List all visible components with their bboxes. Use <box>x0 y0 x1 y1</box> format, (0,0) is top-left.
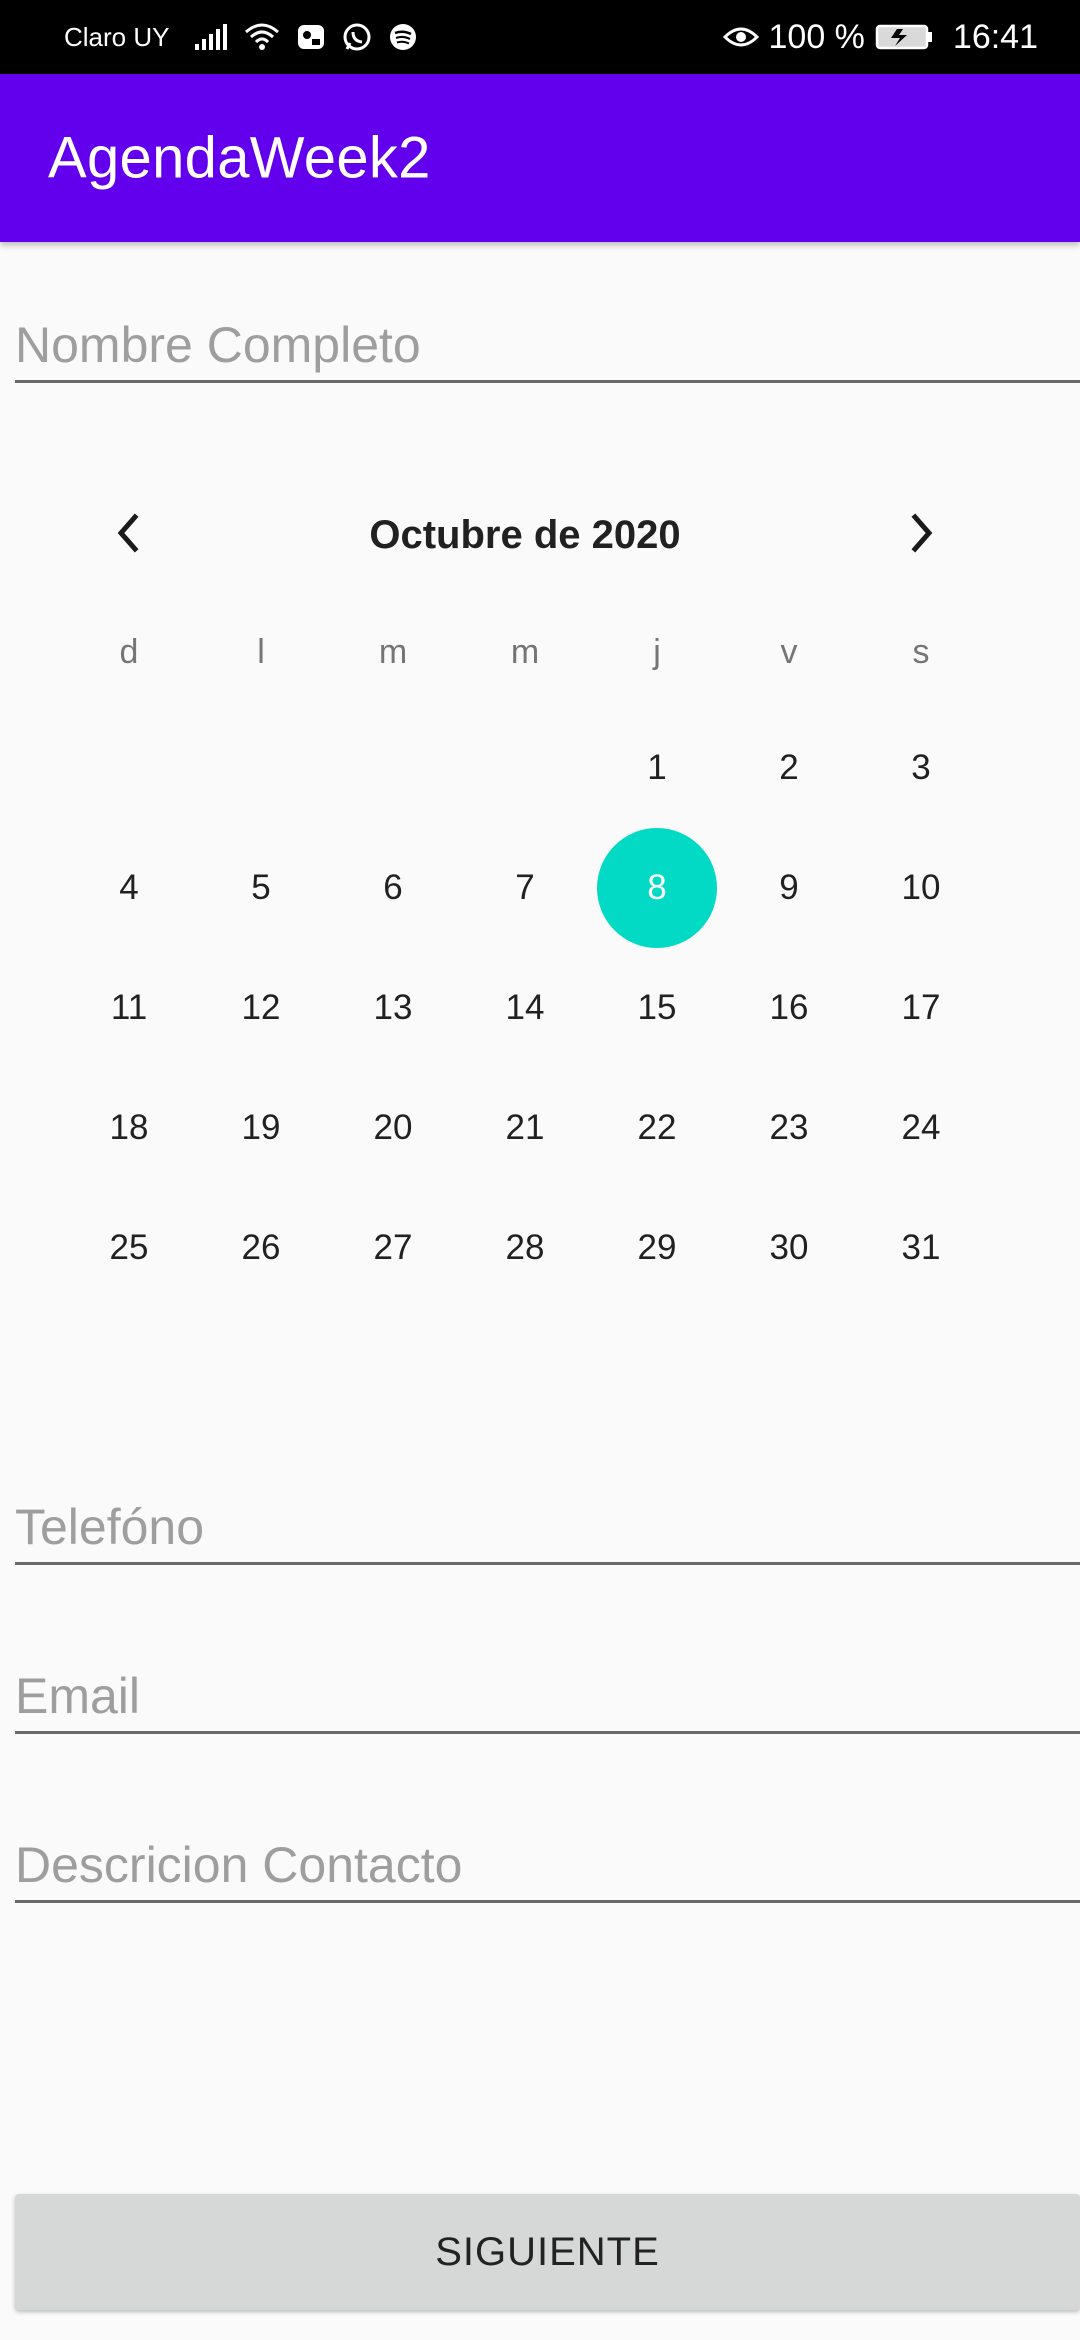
weekday-label: v <box>780 633 798 671</box>
app-bar: AgendaWeek2 <box>0 74 1080 242</box>
calendar-day[interactable]: 13 <box>333 948 453 1068</box>
calendar-day[interactable]: 15 <box>597 948 717 1068</box>
battery-percent: 100 % <box>768 17 865 56</box>
calendar-day[interactable]: 5 <box>201 828 321 948</box>
next-month-button[interactable] <box>882 480 962 590</box>
calendar-day[interactable]: 4 <box>69 828 189 948</box>
weekday-label: j <box>653 633 661 671</box>
calendar-day[interactable]: 31 <box>861 1188 981 1308</box>
calendar-day[interactable]: 30 <box>729 1188 849 1308</box>
calendar-day[interactable]: 27 <box>333 1188 453 1308</box>
name-input[interactable] <box>15 310 1080 380</box>
eye-icon <box>722 24 759 50</box>
name-field <box>15 310 1080 383</box>
status-right: 100 % 16:41 <box>722 17 1038 57</box>
calendar-header: Octubre de 2020 <box>0 480 1080 590</box>
calendar-view: Octubre de 2020 d l m m j v s 1234567891… <box>0 440 1080 1320</box>
phone-input[interactable] <box>15 1492 1080 1562</box>
clock: 16:41 <box>952 17 1038 56</box>
calendar-day[interactable]: 10 <box>861 828 981 948</box>
email-field <box>15 1661 1080 1734</box>
weekday-label: m <box>510 633 540 671</box>
calendar-day[interactable]: 14 <box>465 948 585 1068</box>
email-input[interactable] <box>15 1661 1080 1731</box>
description-field <box>15 1830 1080 1903</box>
phone-field <box>15 1492 1080 1565</box>
calendar-day[interactable]: 29 <box>597 1188 717 1308</box>
chevron-right-icon <box>902 511 942 560</box>
notification-app-icon <box>295 22 327 52</box>
calendar-day[interactable]: 3 <box>861 708 981 828</box>
signal-icon <box>193 22 229 52</box>
wifi-icon <box>243 22 281 52</box>
calendar-day[interactable]: 18 <box>69 1068 189 1188</box>
calendar-day[interactable]: 21 <box>465 1068 585 1188</box>
battery-icon <box>875 23 935 51</box>
app-title: AgendaWeek2 <box>48 125 431 191</box>
calendar-day[interactable]: 9 <box>729 828 849 948</box>
weekday-label: d <box>119 633 139 671</box>
calendar-day[interactable]: 11 <box>69 948 189 1068</box>
calendar-day[interactable]: 24 <box>861 1068 981 1188</box>
calendar-day[interactable]: 16 <box>729 948 849 1068</box>
next-button[interactable]: SIGUIENTE <box>15 2194 1080 2310</box>
calendar-day[interactable]: 20 <box>333 1068 453 1188</box>
status-left: Claro UY <box>64 21 419 53</box>
carrier-name: Claro UY <box>64 21 170 52</box>
calendar-day[interactable]: 2 <box>729 708 849 828</box>
weekday-label: l <box>257 633 265 671</box>
calendar-day-selected[interactable]: 8 <box>597 828 717 948</box>
calendar-day[interactable]: 23 <box>729 1068 849 1188</box>
spotify-icon <box>387 21 419 53</box>
weekday-row: d l m m j v s <box>0 612 1080 692</box>
weekday-label: s <box>912 633 930 671</box>
status-bar: Claro UY 100 % 16:41 <box>0 0 1080 74</box>
calendar-day[interactable]: 1 <box>597 708 717 828</box>
whatsapp-icon <box>341 21 373 53</box>
calendar-day[interactable]: 6 <box>333 828 453 948</box>
calendar-day[interactable]: 22 <box>597 1068 717 1188</box>
calendar-day[interactable]: 26 <box>201 1188 321 1308</box>
calendar-day[interactable]: 7 <box>465 828 585 948</box>
calendar-day[interactable]: 25 <box>69 1188 189 1308</box>
weekday-label: m <box>378 633 408 671</box>
calendar-day[interactable]: 19 <box>201 1068 321 1188</box>
calendar-day[interactable]: 28 <box>465 1188 585 1308</box>
description-input[interactable] <box>15 1830 1080 1900</box>
calendar-day[interactable]: 12 <box>201 948 321 1068</box>
calendar-day[interactable]: 17 <box>861 948 981 1068</box>
